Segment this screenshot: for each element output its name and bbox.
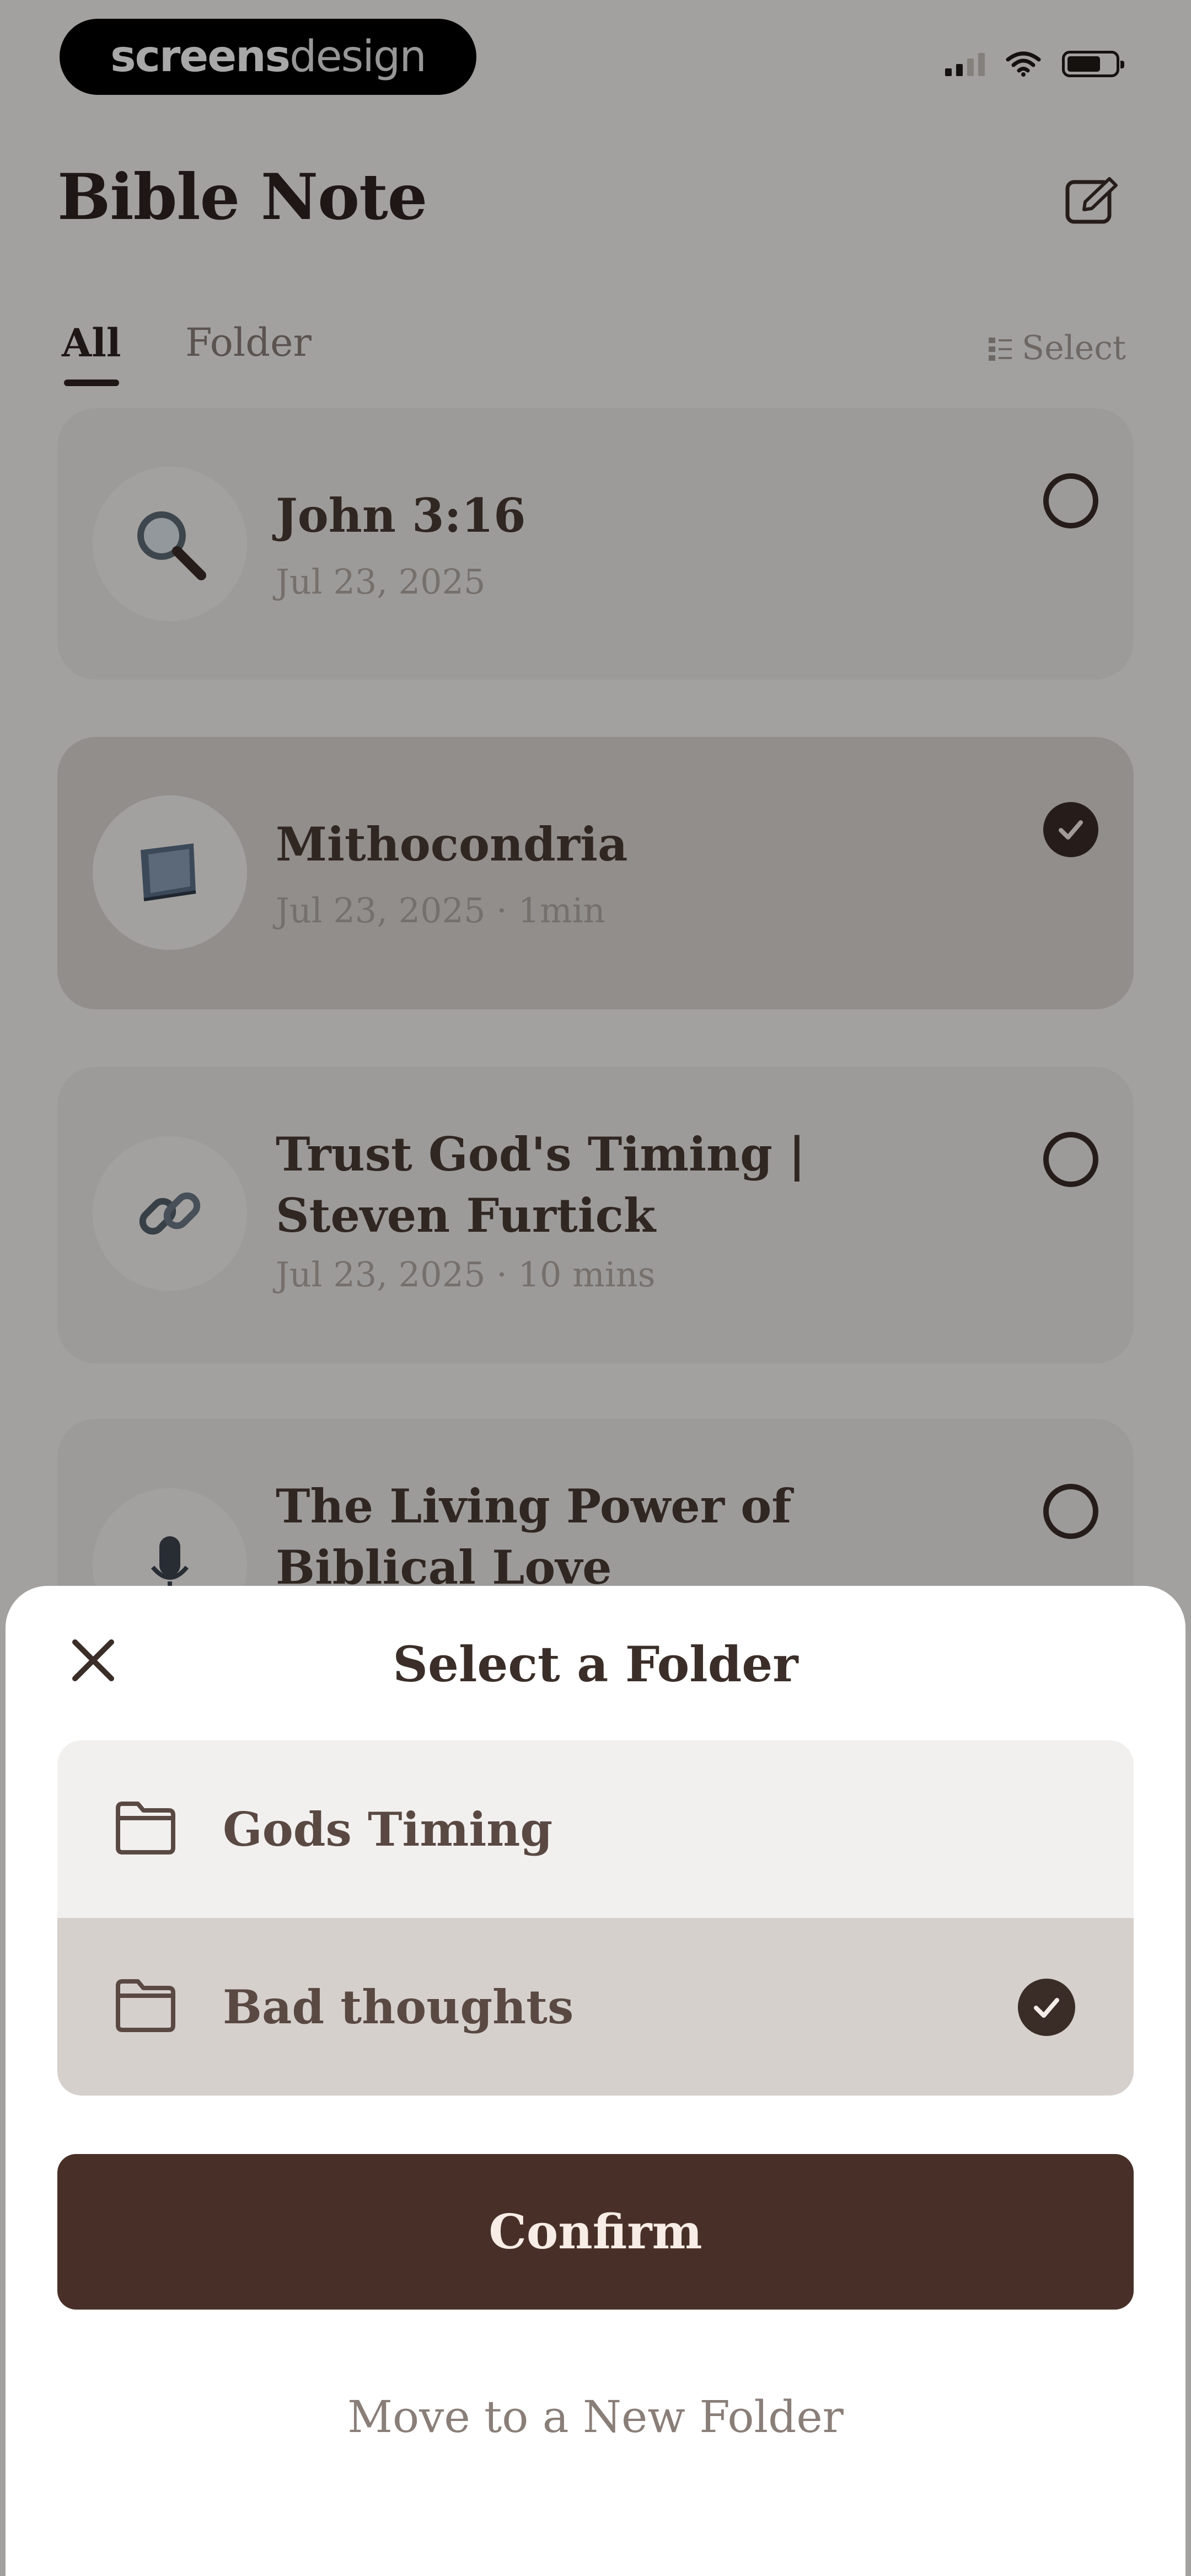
folder-name: Gods Timing xyxy=(223,1802,553,1857)
folder-row[interactable]: Gods Timing xyxy=(57,1740,1134,1918)
select-folder-sheet: Select a Folder Gods Timing Bad thoughts xyxy=(6,1586,1185,2576)
folder-list: Gods Timing Bad thoughts xyxy=(57,1740,1134,2096)
folder-name: Bad thoughts xyxy=(223,1979,574,2034)
move-to-new-folder-link[interactable]: Move to a New Folder xyxy=(6,2391,1185,2443)
sheet-title: Select a Folder xyxy=(393,1636,798,1693)
checkmark-icon xyxy=(1034,1998,1059,2018)
checkmark-circle-icon xyxy=(1018,1979,1075,2036)
folder-row-selected[interactable]: Bad thoughts xyxy=(57,1918,1134,2096)
app-screen: screens design Bible Note All Folder Sele… xyxy=(0,0,1191,2576)
confirm-button[interactable]: Confirm xyxy=(57,2154,1134,2310)
folder-icon xyxy=(116,1979,175,2032)
folder-icon xyxy=(116,1802,175,1854)
